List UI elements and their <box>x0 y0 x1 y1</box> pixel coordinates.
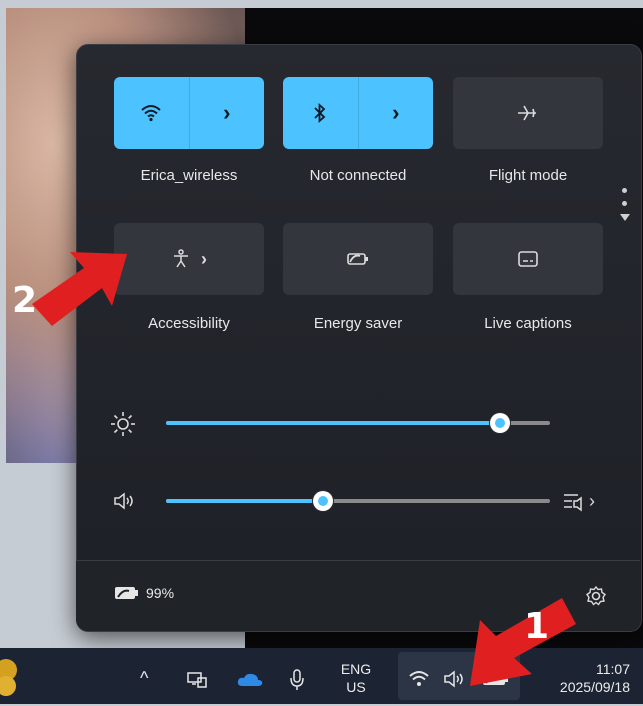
page-dot <box>621 188 627 193</box>
volume-slider-track[interactable] <box>166 491 550 511</box>
wifi-tile-label: Erica_wireless <box>140 167 238 184</box>
onedrive-cloud-icon[interactable] <box>236 672 264 688</box>
battery-status[interactable]: 99% <box>114 585 174 601</box>
annotation-arrow-1 <box>470 598 576 686</box>
volume-row: › <box>110 486 595 516</box>
microphone-icon[interactable] <box>289 668 305 692</box>
bluetooth-tile[interactable]: › <box>283 77 433 149</box>
next-page-arrow-icon[interactable] <box>620 214 630 221</box>
annotation-badge-2: 2 <box>12 280 38 321</box>
energy-saver-tile[interactable] <box>283 223 433 295</box>
battery-percentage: 99% <box>146 585 175 601</box>
page-indicator[interactable] <box>620 188 630 221</box>
brightness-icon <box>111 412 135 436</box>
brightness-row <box>110 408 590 438</box>
language-code: ENG <box>340 661 372 677</box>
app-icon[interactable] <box>0 656 20 698</box>
show-hidden-icons-chevron-icon[interactable]: ^ <box>140 668 148 689</box>
brightness-slider-track[interactable] <box>166 413 550 433</box>
taskbar-wifi-icon <box>409 671 429 686</box>
airplane-icon <box>518 105 536 121</box>
bluetooth-icon <box>314 103 326 123</box>
live-captions-tile-label: Live captions <box>484 315 572 332</box>
battery-saver-icon <box>115 587 138 599</box>
audio-output-chevron-icon: › <box>589 490 595 511</box>
wifi-toggle[interactable] <box>114 77 189 149</box>
accessibility-chevron-icon: › <box>201 248 207 269</box>
accessibility-icon <box>174 249 188 268</box>
flight-mode-tile-label: Flight mode <box>488 167 568 184</box>
bluetooth-expand-chevron-icon[interactable]: › <box>359 77 434 149</box>
volume-slider-thumb[interactable] <box>313 491 333 511</box>
energy-saver-icon <box>347 253 368 265</box>
brightness-slider-thumb[interactable] <box>490 413 510 433</box>
live-captions-tile[interactable] <box>453 223 603 295</box>
page-dot <box>621 201 627 206</box>
volume-slider-fill <box>166 499 323 503</box>
accessibility-tile-label: Accessibility <box>148 315 230 332</box>
wifi-tile[interactable]: › <box>114 77 264 149</box>
speaker-icon <box>114 492 133 510</box>
audio-output-icon <box>564 494 582 512</box>
flight-mode-tile[interactable] <box>453 77 603 149</box>
keyboard-layout: US <box>346 679 366 695</box>
audio-output-button[interactable]: › <box>562 490 595 512</box>
network-devices-icon[interactable] <box>186 670 208 690</box>
annotation-badge-1: 1 <box>524 606 550 647</box>
captions-icon <box>518 251 538 267</box>
bluetooth-toggle[interactable] <box>283 77 358 149</box>
accessibility-tile[interactable]: › <box>114 223 264 295</box>
quick-settings-panel: › Erica_wireless › Not connected Flight … <box>76 44 642 632</box>
wifi-expand-chevron-icon[interactable]: › <box>190 77 265 149</box>
energy-saver-tile-label: Energy saver <box>313 315 403 332</box>
language-indicator[interactable]: ENG US <box>338 660 374 696</box>
wifi-icon <box>141 105 161 122</box>
brightness-slider-fill <box>166 421 500 425</box>
bluetooth-tile-label: Not connected <box>309 167 407 184</box>
settings-gear-icon[interactable] <box>585 585 607 607</box>
